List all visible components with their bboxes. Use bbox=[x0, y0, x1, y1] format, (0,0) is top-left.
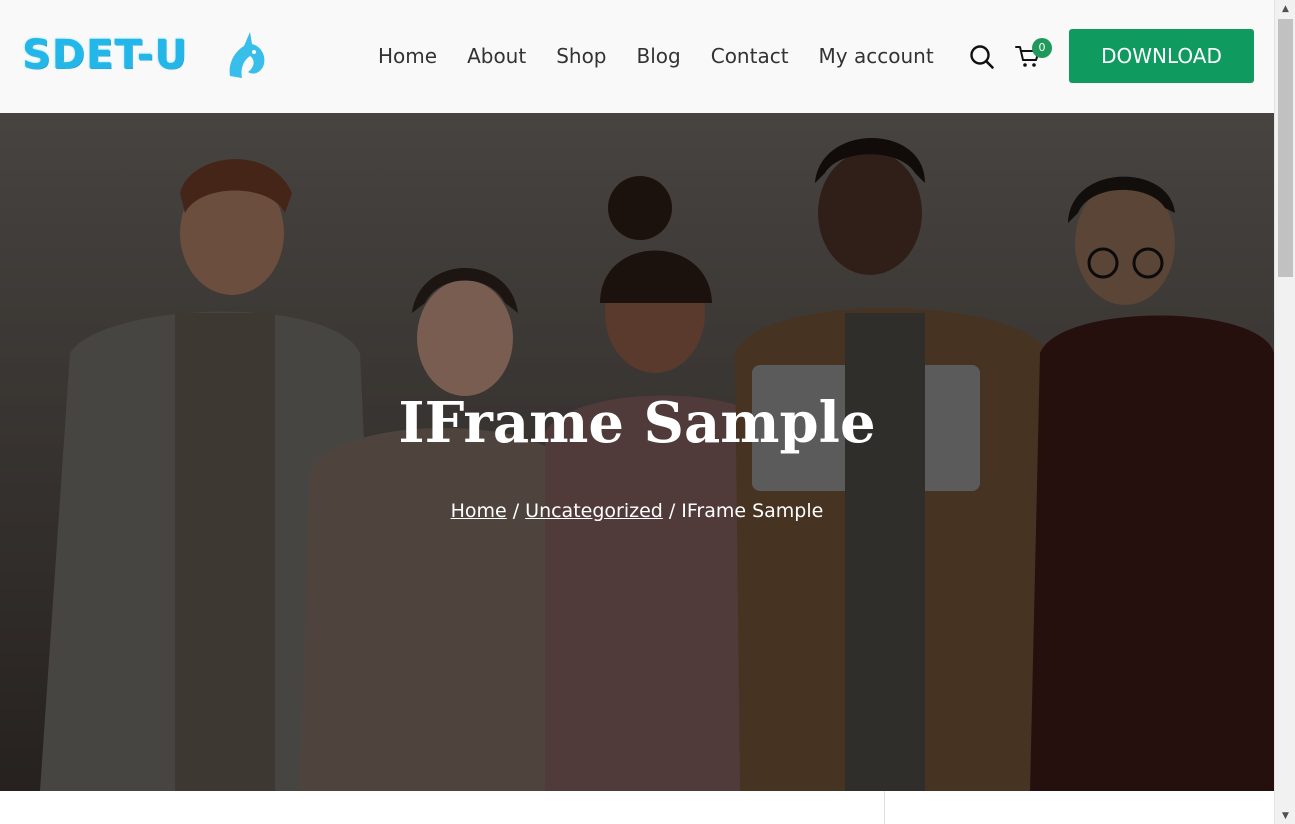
main-content bbox=[0, 791, 1274, 824]
nav-home[interactable]: Home bbox=[378, 40, 437, 72]
cart-count-badge: 0 bbox=[1032, 38, 1052, 58]
vertical-scrollbar[interactable]: ▲ ▼ bbox=[1274, 0, 1295, 824]
nav-my-account[interactable]: My account bbox=[819, 40, 934, 72]
scrollbar-thumb[interactable] bbox=[1278, 19, 1293, 277]
search-icon bbox=[970, 45, 994, 69]
breadcrumb: Home / Uncategorized / IFrame Sample bbox=[0, 497, 1274, 525]
nav-about[interactable]: About bbox=[467, 40, 526, 72]
site-logo[interactable]: SDET-U bbox=[22, 26, 272, 84]
sidebar-divider bbox=[884, 791, 885, 824]
download-button[interactable]: DOWNLOAD bbox=[1069, 29, 1254, 83]
nav-shop[interactable]: Shop bbox=[556, 40, 606, 72]
page-title: IFrame Sample bbox=[398, 390, 876, 456]
breadcrumb-current: IFrame Sample bbox=[681, 500, 824, 522]
nav-contact[interactable]: Contact bbox=[711, 40, 789, 72]
scroll-up-arrow-icon[interactable]: ▲ bbox=[1275, 0, 1295, 17]
unicorn-logo-icon bbox=[229, 32, 265, 78]
page-hero: IFrame Sample Home / Uncategorized / IFrame … bbox=[0, 113, 1274, 791]
logo-text: SDET-U bbox=[22, 32, 188, 78]
site-header: SDET-U Home About Shop Blog Contact My a… bbox=[0, 0, 1274, 113]
breadcrumb-separator: / bbox=[512, 500, 520, 522]
breadcrumb-home-link[interactable]: Home bbox=[451, 500, 507, 522]
nav-blog[interactable]: Blog bbox=[637, 40, 681, 72]
main-nav: Home About Shop Blog Contact My account bbox=[378, 40, 934, 72]
page: SDET-U Home About Shop Blog Contact My a… bbox=[0, 0, 1295, 824]
breadcrumb-category-link[interactable]: Uncategorized bbox=[525, 500, 663, 522]
breadcrumb-separator: / bbox=[668, 500, 676, 522]
search-button[interactable] bbox=[968, 43, 996, 71]
scroll-down-arrow-icon[interactable]: ▼ bbox=[1275, 807, 1295, 824]
